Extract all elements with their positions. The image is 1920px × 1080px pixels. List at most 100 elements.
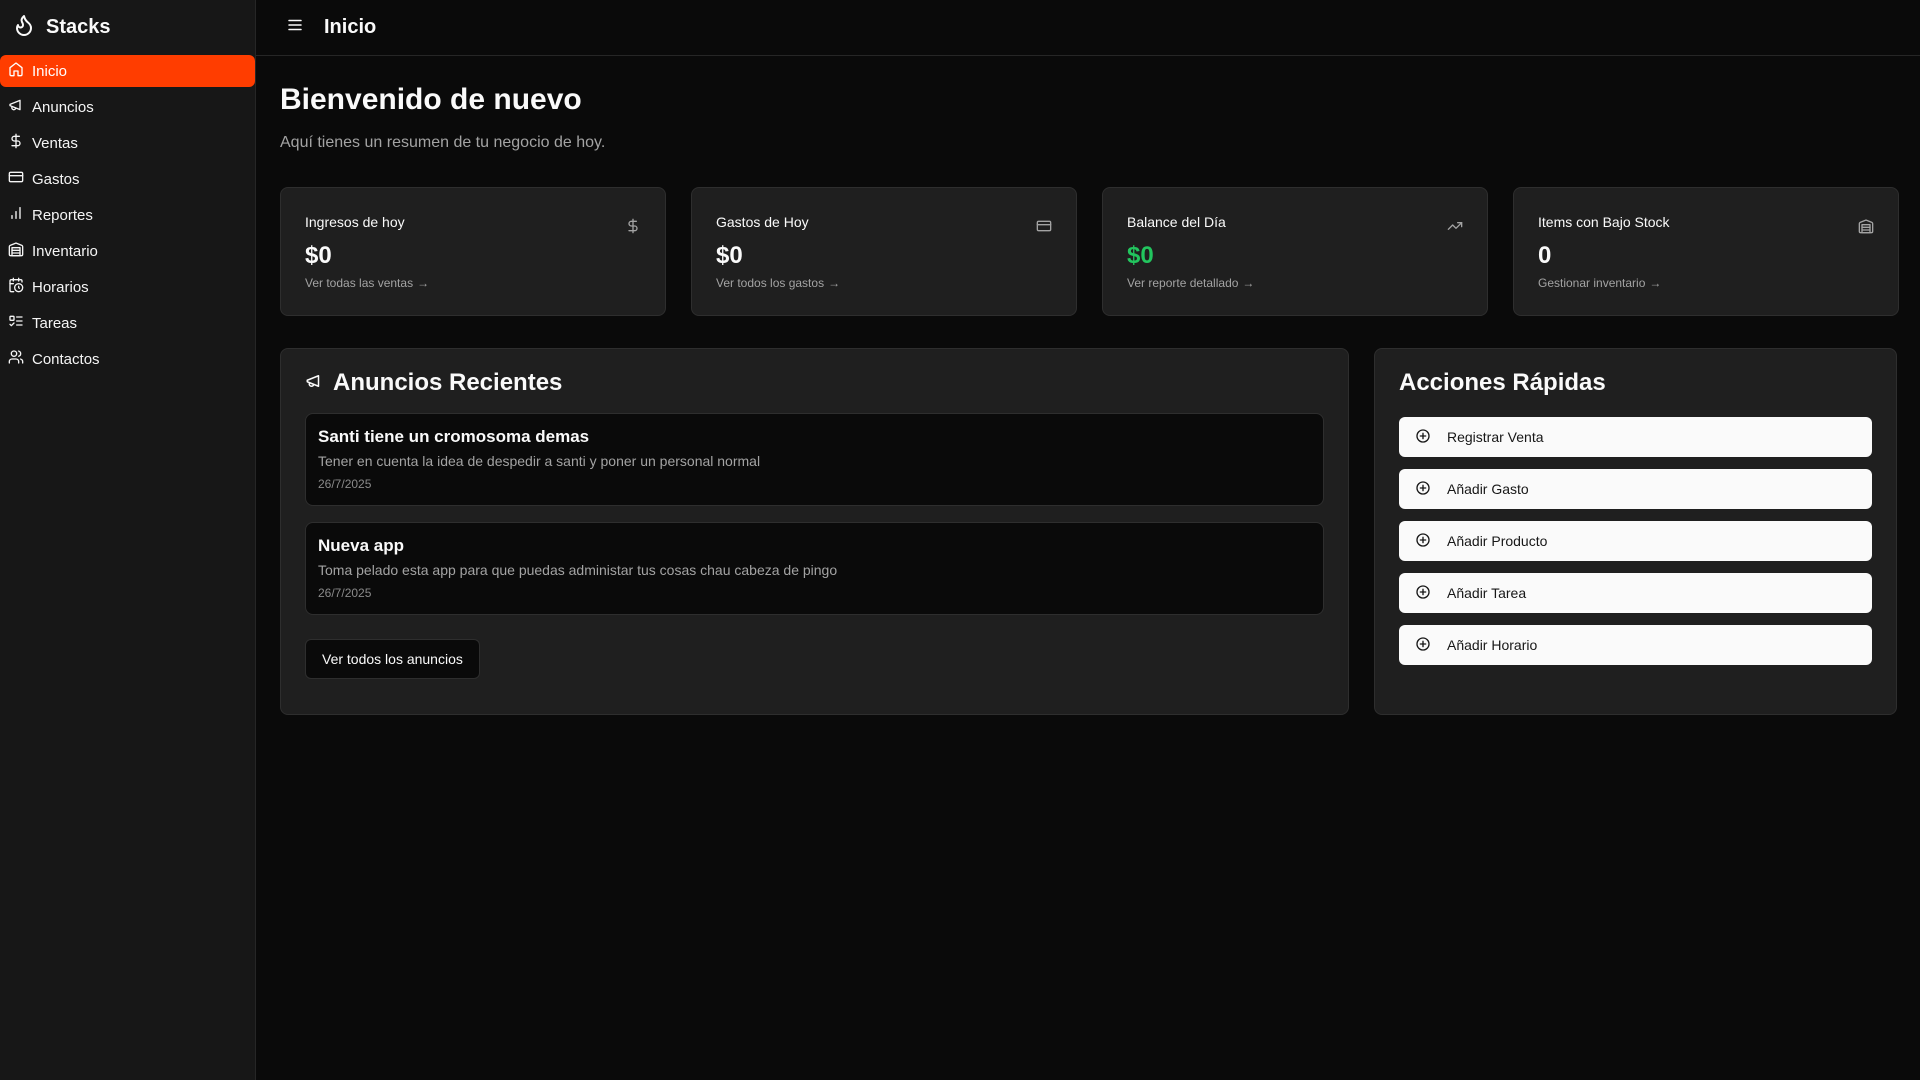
sidebar-item-label: Reportes — [32, 206, 93, 224]
panel-title-text: Anuncios Recientes — [333, 369, 563, 396]
arrow-right-icon: → — [417, 276, 430, 290]
announcement-title: Nueva app — [318, 536, 404, 555]
sidebar-item-label: Anuncios — [32, 98, 94, 116]
stat-card-expenses: Gastos de Hoy $0 Ver todos los gastos → — [691, 187, 1077, 316]
dollar-icon — [625, 218, 641, 234]
arrow-right-icon: → — [1242, 276, 1255, 290]
announcements-title: Anuncios Recientes — [305, 369, 1324, 397]
home-icon — [8, 61, 24, 81]
add-expense-button[interactable]: Añadir Gasto — [1399, 469, 1872, 509]
quick-action-label: Añadir Horario — [1447, 637, 1538, 653]
sidebar-item-label: Horarios — [32, 278, 89, 296]
sidebar-item-ventas[interactable]: Ventas — [0, 127, 255, 159]
main-area: Inicio Bienvenido de nuevo Aquí tienes u… — [256, 0, 1920, 1080]
sidebar-nav: Inicio Anuncios Ventas Gastos Reportes I… — [0, 55, 255, 375]
announcement-list: Santi tiene un cromosoma demas Tener en … — [305, 413, 1324, 615]
stat-value: $0 — [1127, 242, 1154, 269]
sidebar-item-anuncios[interactable]: Anuncios — [0, 91, 255, 123]
stat-value: $0 — [716, 242, 743, 269]
credit-card-icon — [8, 169, 24, 189]
quick-actions-panel: Acciones Rápidas Registrar Venta Añadir … — [1374, 348, 1897, 715]
stat-label: Items con Bajo Stock — [1538, 214, 1670, 230]
announcement-body: Toma pelado esta app para que puedas adm… — [318, 562, 838, 578]
sidebar-item-gastos[interactable]: Gastos — [0, 163, 255, 195]
stat-label: Ingresos de hoy — [305, 214, 405, 230]
plus-circle-icon — [1415, 584, 1431, 603]
stat-label: Balance del Día — [1127, 214, 1226, 230]
credit-card-icon — [1036, 218, 1052, 234]
warehouse-icon — [1858, 218, 1874, 234]
menu-toggle-button[interactable] — [286, 19, 304, 37]
stats-row: Ingresos de hoy $0 Ver todas las ventas →… — [280, 187, 1899, 316]
stat-link-label: Ver todos los gastos — [716, 276, 825, 290]
welcome-heading: Bienvenido de nuevo — [280, 83, 582, 116]
users-icon — [8, 349, 24, 369]
menu-icon — [286, 16, 304, 39]
add-task-button[interactable]: Añadir Tarea — [1399, 573, 1872, 613]
megaphone-icon — [305, 369, 323, 397]
sidebar-item-contactos[interactable]: Contactos — [0, 343, 255, 375]
sidebar-item-inicio[interactable]: Inicio — [0, 55, 255, 87]
stat-link-label: Ver reporte detallado — [1127, 276, 1239, 290]
lower-row: Anuncios Recientes Santi tiene un cromos… — [280, 348, 1899, 715]
sidebar-item-label: Contactos — [32, 350, 100, 368]
quick-action-label: Registrar Venta — [1447, 429, 1544, 445]
dashboard-content: Bienvenido de nuevo Aquí tienes un resum… — [256, 56, 1920, 715]
sidebar-item-inventario[interactable]: Inventario — [0, 235, 255, 267]
sidebar-item-label: Inicio — [32, 62, 68, 80]
plus-circle-icon — [1415, 428, 1431, 447]
warehouse-icon — [8, 241, 24, 261]
megaphone-icon — [8, 97, 24, 117]
view-all-announcements-button[interactable]: Ver todos los anuncios — [305, 639, 480, 679]
announcement-date: 26/7/2025 — [318, 586, 372, 600]
add-product-button[interactable]: Añadir Producto — [1399, 521, 1872, 561]
calendar-clock-icon — [8, 277, 24, 297]
announcement-body: Tener en cuenta la idea de despedir a sa… — [318, 453, 761, 469]
quick-actions-title: Acciones Rápidas — [1399, 369, 1606, 396]
quick-actions-list: Registrar Venta Añadir Gasto Añadir Prod… — [1399, 417, 1872, 665]
sidebar: Stacks Inicio Anuncios Ventas Gastos Rep… — [0, 0, 256, 1080]
sidebar-item-horarios[interactable]: Horarios — [0, 271, 255, 303]
sidebar-item-label: Gastos — [32, 170, 80, 188]
sidebar-item-tareas[interactable]: Tareas — [0, 307, 255, 339]
sidebar-item-label: Tareas — [32, 314, 78, 332]
announcement-title: Santi tiene un cromosoma demas — [318, 427, 590, 446]
sidebar-item-label: Ventas — [32, 134, 78, 152]
sidebar-item-reportes[interactable]: Reportes — [0, 199, 255, 231]
quick-action-label: Añadir Tarea — [1447, 585, 1527, 601]
announcements-panel: Anuncios Recientes Santi tiene un cromos… — [280, 348, 1349, 715]
plus-circle-icon — [1415, 480, 1431, 499]
add-schedule-button[interactable]: Añadir Horario — [1399, 625, 1872, 665]
page-title: Inicio — [324, 16, 377, 38]
arrow-right-icon: → — [828, 276, 841, 290]
trending-up-icon — [1447, 218, 1463, 234]
stat-card-income: Ingresos de hoy $0 Ver todas las ventas → — [280, 187, 666, 316]
announcement-date: 26/7/2025 — [318, 477, 372, 491]
sidebar-item-label: Inventario — [32, 242, 98, 260]
stat-label: Gastos de Hoy — [716, 214, 809, 230]
stat-link-label: Gestionar inventario — [1538, 276, 1646, 290]
flame-icon — [12, 13, 36, 42]
stat-value: 0 — [1538, 242, 1552, 269]
stat-link-inventory[interactable]: Gestionar inventario → — [1538, 276, 1874, 290]
announcement-item[interactable]: Santi tiene un cromosoma demas Tener en … — [305, 413, 1324, 506]
stat-card-low-stock: Items con Bajo Stock 0 Gestionar inventa… — [1513, 187, 1899, 316]
list-checks-icon — [8, 313, 24, 333]
stat-value: $0 — [305, 242, 332, 269]
quick-action-label: Añadir Producto — [1447, 533, 1548, 549]
plus-circle-icon — [1415, 636, 1431, 655]
register-sale-button[interactable]: Registrar Venta — [1399, 417, 1872, 457]
app-root: Stacks Inicio Anuncios Ventas Gastos Rep… — [0, 0, 1920, 1080]
brand[interactable]: Stacks — [0, 0, 255, 55]
stat-link-expenses[interactable]: Ver todos los gastos → — [716, 276, 1052, 290]
brand-name: Stacks — [46, 16, 111, 38]
arrow-right-icon: → — [1649, 276, 1662, 290]
bar-chart-icon — [8, 205, 24, 225]
announcement-item[interactable]: Nueva app Toma pelado esta app para que … — [305, 522, 1324, 615]
stat-link-sales[interactable]: Ver todas las ventas → — [305, 276, 641, 290]
quick-action-label: Añadir Gasto — [1447, 481, 1529, 497]
topbar: Inicio — [256, 0, 1920, 56]
stat-link-report[interactable]: Ver reporte detallado → — [1127, 276, 1463, 290]
stat-card-balance: Balance del Día $0 Ver reporte detallado… — [1102, 187, 1488, 316]
plus-circle-icon — [1415, 532, 1431, 551]
